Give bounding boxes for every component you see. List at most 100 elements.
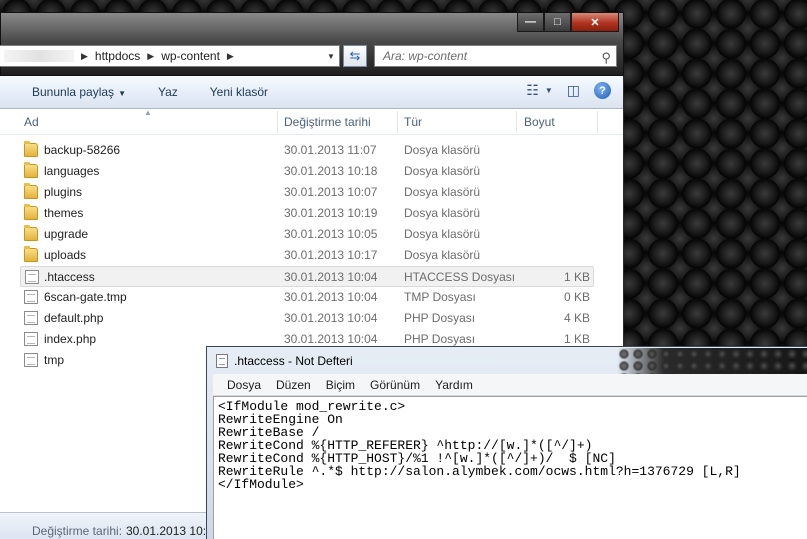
refresh-button[interactable]: ⇆	[343, 45, 367, 67]
folder-icon	[24, 162, 38, 178]
chevron-right-icon[interactable]: ▶	[227, 51, 234, 62]
menu-edit[interactable]: Düzen	[276, 378, 311, 392]
notepad-menubar: Dosya Düzen Biçim Görünüm Yardım	[213, 374, 807, 396]
file-type: Dosya klasörü	[404, 185, 481, 199]
file-date: 30.01.2013 10:04	[284, 290, 378, 304]
address-bar[interactable]: ▶ httpdocs ▶ wp-content ▶ ▼	[0, 45, 340, 67]
folder-icon	[24, 183, 38, 199]
column-name[interactable]: Ad	[24, 115, 39, 129]
search-icon[interactable]: ⚲	[601, 48, 611, 68]
file-row[interactable]: default.php 30.01.2013 10:04 PHP Dosyası…	[0, 308, 600, 329]
file-date: 30.01.2013 10:19	[284, 206, 378, 220]
search-input[interactable]: Ara: wp-content ⚲	[374, 45, 617, 67]
file-type: Dosya klasörü	[404, 164, 481, 178]
file-date: 30.01.2013 10:18	[284, 164, 378, 178]
file-name: backup-58266	[44, 143, 121, 157]
file-type: Dosya klasörü	[404, 143, 481, 157]
file-name: uploads	[44, 248, 87, 262]
notepad-titlebar[interactable]: .htaccess - Not Defteri	[207, 347, 807, 374]
breadcrumb-wp-content[interactable]: wp-content	[161, 49, 220, 63]
file-row[interactable]: themes 30.01.2013 10:19 Dosya klasörü	[0, 203, 600, 224]
folder-icon	[24, 225, 38, 241]
file-date: 30.01.2013 11:07	[284, 143, 377, 157]
file-name: tmp	[44, 353, 65, 367]
file-name: .htaccess	[44, 270, 95, 284]
search-placeholder: Ara: wp-content	[383, 49, 468, 63]
file-name: 6scan-gate.tmp	[44, 290, 127, 304]
notepad-window: .htaccess - Not Defteri Dosya Düzen Biçi…	[206, 346, 807, 539]
file-date: 30.01.2013 10:05	[284, 227, 378, 241]
column-divider[interactable]	[516, 111, 517, 133]
notepad-title: .htaccess - Not Defteri	[234, 354, 353, 368]
file-row[interactable]: plugins 30.01.2013 10:07 Dosya klasörü	[0, 182, 600, 203]
share-button[interactable]: Bununla paylaş ▼	[32, 85, 126, 99]
document-icon	[24, 290, 38, 304]
file-name: languages	[44, 164, 100, 178]
file-row-selected[interactable]: .htaccess 30.01.2013 10:04 HTACCESS Dosy…	[20, 266, 594, 287]
close-button[interactable]: ✕	[571, 13, 619, 32]
file-name: upgrade	[44, 227, 89, 241]
document-icon	[24, 353, 38, 367]
maximize-button[interactable]: □	[544, 13, 571, 32]
burn-button[interactable]: Yaz	[158, 85, 178, 99]
file-row[interactable]: backup-58266 30.01.2013 11:07 Dosya klas…	[0, 140, 600, 161]
menu-help[interactable]: Yardım	[435, 378, 473, 392]
file-size: 4 KB	[563, 311, 590, 325]
file-type: HTACCESS Dosyası	[404, 270, 516, 284]
chevron-down-icon[interactable]: ▼	[323, 52, 339, 61]
file-type: PHP Dosyası	[404, 332, 476, 346]
code-line: </IfModule>	[218, 477, 304, 492]
file-name: plugins	[44, 185, 83, 199]
column-divider[interactable]	[597, 111, 598, 133]
file-row[interactable]: uploads 30.01.2013 10:17 Dosya klasörü	[0, 245, 600, 266]
sort-up-icon: ▲	[144, 108, 152, 117]
help-icon[interactable]: ?	[594, 82, 611, 99]
file-name: index.php	[44, 332, 97, 346]
window-controls: — □ ✕	[517, 13, 619, 32]
view-options-icon[interactable]: ☷	[526, 82, 539, 99]
redacted-path-segment	[4, 50, 74, 62]
column-size[interactable]: Boyut	[524, 115, 555, 129]
share-button-label: Bununla paylaş	[32, 85, 115, 99]
refresh-icon: ⇆	[349, 48, 361, 63]
column-header: ▲ Ad Değiştirme tarihi Tür Boyut	[0, 108, 623, 135]
document-icon	[24, 311, 38, 325]
notepad-app-icon[interactable]	[216, 354, 228, 368]
breadcrumb-httpdocs[interactable]: httpdocs	[95, 49, 140, 63]
column-divider[interactable]	[397, 111, 398, 133]
chevron-right-icon[interactable]: ▶	[81, 51, 88, 62]
file-row[interactable]: 6scan-gate.tmp 30.01.2013 10:04 TMP Dosy…	[0, 287, 600, 308]
column-type[interactable]: Tür	[404, 115, 422, 129]
status-label: Değiştirme tarihi:	[32, 524, 123, 538]
chevron-right-icon[interactable]: ▶	[147, 51, 154, 62]
column-divider[interactable]	[277, 111, 278, 133]
file-type: TMP Dosyası	[404, 290, 476, 304]
folder-icon	[24, 204, 38, 220]
file-name: themes	[44, 206, 84, 220]
toolbar-right: ☷ ▼ ◫ ?	[526, 82, 611, 99]
file-name: default.php	[44, 311, 104, 325]
document-icon	[24, 332, 38, 346]
background-overlap	[617, 348, 807, 374]
new-folder-button[interactable]: Yeni klasör	[210, 85, 268, 99]
preview-pane-icon[interactable]: ◫	[567, 82, 580, 99]
notepad-editor[interactable]: <IfModule mod_rewrite.c> RewriteEngine O…	[213, 396, 807, 539]
file-type: Dosya klasörü	[404, 227, 481, 241]
menu-format[interactable]: Biçim	[326, 378, 355, 392]
menu-file[interactable]: Dosya	[227, 378, 261, 392]
minimize-button[interactable]: —	[517, 13, 544, 32]
chevron-down-icon[interactable]: ▼	[545, 86, 553, 95]
menu-view[interactable]: Görünüm	[370, 378, 420, 392]
document-icon	[25, 270, 39, 284]
chevron-down-icon: ▼	[118, 89, 126, 98]
file-row[interactable]: languages 30.01.2013 10:18 Dosya klasörü	[0, 161, 600, 182]
file-date: 30.01.2013 10:17	[284, 248, 378, 262]
file-date: 30.01.2013 10:04	[284, 332, 378, 346]
file-date: 30.01.2013 10:07	[284, 185, 378, 199]
file-type: PHP Dosyası	[404, 311, 476, 325]
file-row[interactable]: upgrade 30.01.2013 10:05 Dosya klasörü	[0, 224, 600, 245]
file-size: 1 KB	[563, 332, 590, 346]
file-size: 1 KB	[563, 270, 590, 284]
file-date: 30.01.2013 10:04	[284, 311, 378, 325]
column-date[interactable]: Değiştirme tarihi	[284, 115, 371, 129]
